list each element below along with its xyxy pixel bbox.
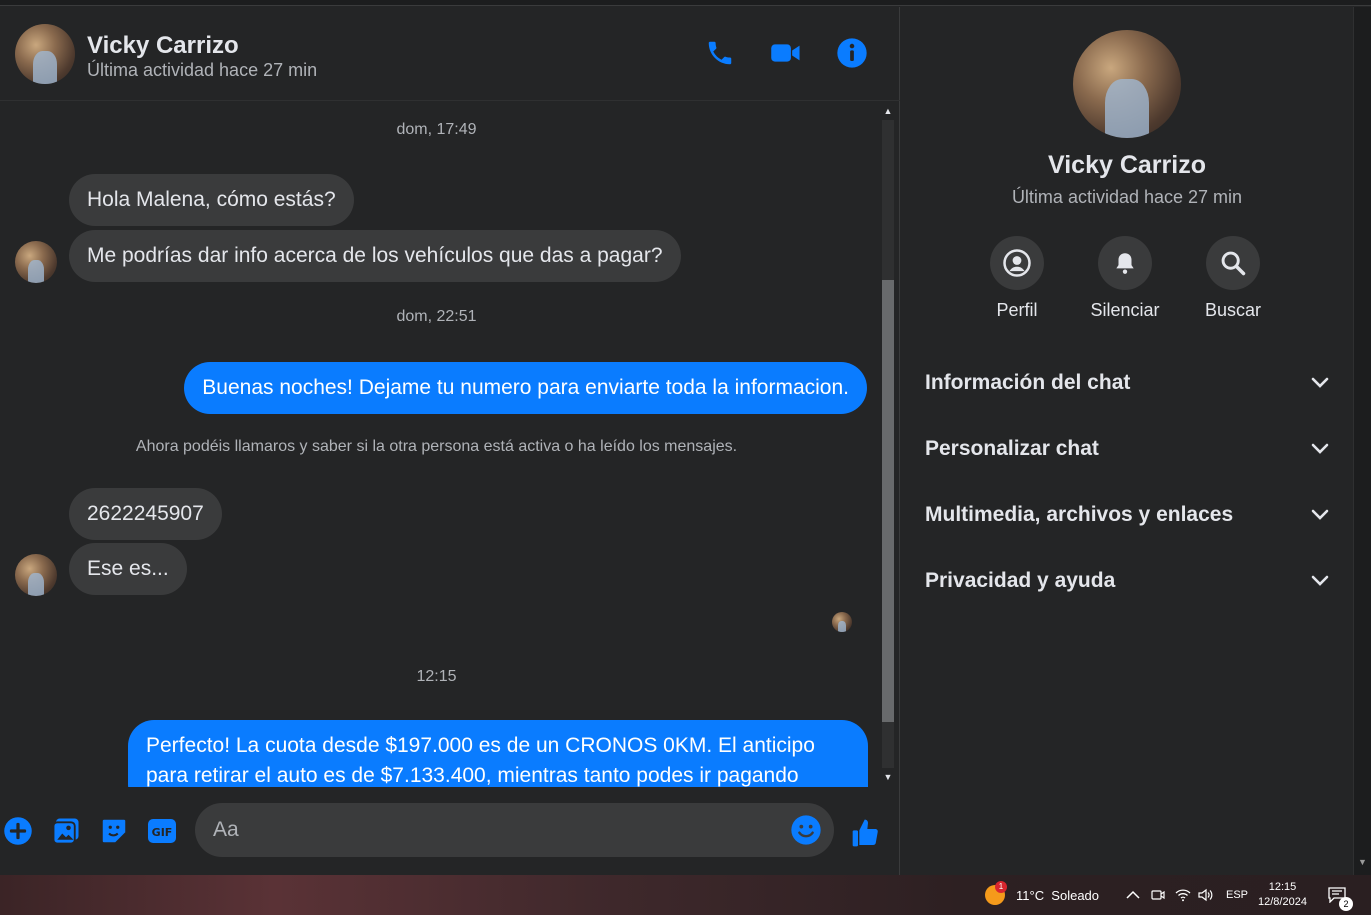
page-scrollbar[interactable]: ▼ [1353,7,1371,875]
message-list[interactable]: dom, 17:49 Hola Malena, cómo estás? Me p… [0,102,880,787]
chat-header: Vicky Carrizo Última actividad hace 27 m… [0,7,900,101]
contact-status: Última actividad hace 27 min [87,60,318,80]
weather-badge: 1 [995,881,1007,893]
mute-button[interactable]: Silenciar [1080,236,1170,321]
search-button[interactable]: Buscar [1188,236,1278,321]
scroll-thumb[interactable] [882,280,894,722]
plus-icon[interactable] [2,815,34,847]
chat-pane: Vicky Carrizo Última actividad hace 27 m… [0,7,900,875]
language-indicator[interactable]: ESP [1226,875,1248,915]
notifications-icon[interactable]: 2 [1328,875,1353,915]
chevron-down-icon [1311,575,1329,586]
sticker-icon[interactable] [98,815,130,847]
scroll-down-arrow[interactable]: ▼ [1358,857,1367,867]
meet-icon[interactable] [1151,875,1165,915]
mute-label: Silenciar [1090,300,1160,320]
outgoing-message[interactable]: Buenas noches! Dejame tu numero para env… [184,362,867,414]
weather-widget[interactable]: 1 11°C Soleado [985,875,1099,915]
incoming-message[interactable]: Ese es... [69,543,187,595]
sun-icon: 1 [985,881,1007,905]
chevron-down-icon [1311,377,1329,388]
show-hidden-icons[interactable] [1126,875,1140,915]
timestamp: dom, 22:51 [396,308,477,325]
chevron-down-icon [1311,443,1329,454]
profile-icon [990,236,1044,290]
message-input-box[interactable] [195,803,834,857]
section-chat-info[interactable]: Información del chat [913,357,1341,409]
incoming-message[interactable]: Me podrías dar info acerca de los vehícu… [69,230,681,282]
message-scrollbar[interactable]: ▲ ▼ [880,102,896,786]
gif-label: GIF [152,826,173,839]
timestamp: 12:15 [416,668,457,685]
message-line: para retirar el auto es de $7.133.400, m… [146,764,799,787]
section-title: Personalizar chat [925,437,1099,460]
search-label: Buscar [1204,300,1262,320]
clock[interactable]: 12:15 12/8/2024 [1258,875,1307,915]
scroll-down-arrow[interactable]: ▼ [883,772,893,782]
emoji-icon[interactable] [790,814,822,846]
section-customize-chat[interactable]: Personalizar chat [913,423,1341,475]
profile-name: Vicky Carrizo [1048,151,1206,179]
windows-taskbar: 1 11°C Soleado ESP 12:15 12/8/2024 2 [0,875,1371,915]
clock-time: 12:15 [1268,881,1297,893]
video-call-icon[interactable] [768,35,804,71]
phone-icon[interactable] [702,35,738,71]
contact-name[interactable]: Vicky Carrizo [87,32,239,60]
chevron-up-icon[interactable] [1126,890,1140,900]
outgoing-message[interactable]: Perfecto! La cuota desde $197.000 es de … [128,720,868,787]
seen-avatar [832,612,852,632]
timestamp: dom, 17:49 [396,121,477,138]
message-input[interactable] [213,813,783,847]
profile-status: Última actividad hace 27 min [1011,187,1243,207]
section-title: Multimedia, archivos y enlaces [925,503,1234,526]
contact-avatar[interactable] [15,24,75,84]
gallery-icon[interactable] [50,815,82,847]
bell-icon [1098,236,1152,290]
sender-avatar[interactable] [15,554,57,596]
profile-avatar[interactable] [1073,30,1181,138]
volume-icon[interactable] [1198,875,1214,915]
info-icon[interactable] [834,35,870,71]
composer: GIF [0,787,900,875]
section-privacy-help[interactable]: Privacidad y ayuda [913,555,1341,607]
chat-info-panel: Vicky Carrizo Última actividad hace 27 m… [901,7,1353,875]
window-top-border [0,0,1371,6]
section-media-files[interactable]: Multimedia, archivos y enlaces [913,489,1341,541]
incoming-message[interactable]: 2622245907 [69,488,222,540]
clock-date: 12/8/2024 [1258,896,1307,908]
scroll-up-arrow[interactable]: ▲ [883,106,893,116]
messenger-window: Vicky Carrizo Última actividad hace 27 m… [0,0,1371,875]
like-icon[interactable] [850,817,882,849]
notifications-badge: 2 [1339,897,1353,911]
gif-icon[interactable]: GIF [146,815,178,847]
search-icon [1206,236,1260,290]
incoming-message[interactable]: Hola Malena, cómo estás? [69,174,354,226]
profile-label: Perfil [996,300,1038,320]
section-title: Privacidad y ayuda [925,569,1116,592]
section-title: Información del chat [925,371,1131,394]
wifi-icon[interactable] [1175,875,1191,915]
message-line: Perfecto! La cuota desde $197.000 es de … [146,734,815,757]
system-notice: Ahora podéis llamaros y saber si la otra… [135,438,738,455]
profile-button[interactable]: Perfil [972,236,1062,321]
sender-avatar[interactable] [15,241,57,283]
weather-text: 11°C Soleado [1016,887,1100,903]
chevron-down-icon [1311,509,1329,520]
